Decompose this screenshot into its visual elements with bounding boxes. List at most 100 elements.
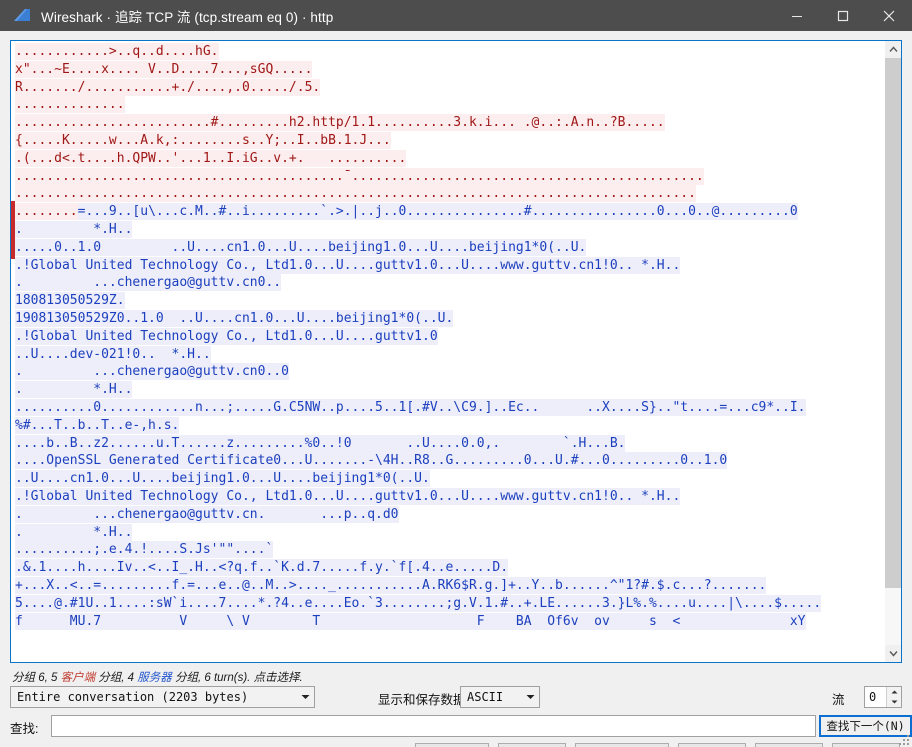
stream-line-text: ........................................… [15, 167, 704, 185]
stream-line: ....b..B..z2......u.T......z.........%0.… [11, 434, 884, 453]
stream-line: R......./...........+./....,.0...../.5. [11, 78, 884, 97]
stream-number-stepper[interactable]: 0 [864, 686, 902, 708]
stream-line: . *.H.. [11, 220, 884, 239]
status-mid1: 分组, 4 [95, 672, 138, 684]
stream-line-text: . *.H.. [15, 220, 133, 238]
minimize-icon[interactable] [774, 0, 820, 31]
stream-line: ............>..q..d....hG. [11, 43, 884, 61]
dialog-button-row: 滤掉此流 打印 Save as··· 返回 Close Help [0, 742, 912, 747]
status-mid2: 分组, 6 turn(s). 点击选择. [171, 672, 303, 684]
stream-line-text: ............>..q..d....hG. [15, 43, 219, 60]
resize-grip[interactable] [897, 733, 909, 745]
stream-line-text: f MU.7 V \ V T F BA Of6v ov s < xY [15, 612, 806, 630]
window-title: Wireshark · 追踪 TCP 流 (tcp.stream eq 0) ·… [41, 9, 334, 25]
stream-line-text: 180813050529Z. [15, 292, 125, 310]
window-controls [774, 0, 912, 31]
find-label: 查找: [10, 722, 39, 736]
find-row: 查找: 查找下一个(N) [10, 715, 912, 737]
help-button[interactable]: Help [832, 743, 900, 747]
stream-line-text: {.....K.....w...A.k,:........s..Y;..I..b… [15, 131, 391, 149]
stream-line: .........................#.........h2.ht… [11, 114, 884, 132]
save-as-button[interactable]: Save as··· [574, 743, 669, 747]
stepper-up-icon[interactable] [887, 687, 901, 697]
scrollbar-track[interactable] [885, 58, 901, 645]
chevron-down-icon [521, 694, 539, 700]
close-button[interactable]: Close [755, 743, 823, 747]
stream-line-text: .&.1....h....Iv..<..I_.H..<?q.f..`K.d.7.… [15, 559, 509, 577]
stream-line-text: .........................#.........h2.ht… [15, 114, 665, 132]
conversation-select[interactable]: Entire conversation (2203 bytes) [10, 686, 315, 708]
window-titlebar: Wireshark · 追踪 TCP 流 (tcp.stream eq 0) ·… [0, 0, 912, 31]
stream-line: f MU.7 V \ V T F BA Of6v ov s < xY [11, 612, 884, 631]
stream-line-text: .(...d<.t....h.QPW..'...1..I.iG..v.+. ..… [15, 149, 407, 167]
stream-text-area[interactable]: ............>..q..d....hG. x"...~E....x..… [11, 41, 884, 662]
scroll-up-icon[interactable] [885, 41, 901, 58]
stream-line: . *.H.. [11, 381, 884, 399]
stream-line: .............. [11, 96, 884, 114]
stream-line: {.....K.....w...A.k,:........s..Y;..I..b… [11, 131, 884, 150]
stream-line-text: .!Global United Technology Co., Ltd1.0..… [15, 256, 681, 274]
chevron-down-icon [296, 694, 314, 700]
stream-line-text: .............. [15, 96, 125, 114]
stream-line-text: ..........0............n...;.....G.C5NW.… [15, 398, 806, 416]
scroll-down-icon[interactable] [885, 645, 901, 662]
stream-line: %#...T..b..T..e-,h.s. [11, 416, 884, 435]
status-client-word: 客户端 [60, 672, 96, 684]
encoding-select-value: ASCII [467, 690, 504, 704]
follow-stream-dialog: ............>..q..d....hG. x"...~E....x..… [0, 31, 912, 747]
stream-line-text: x"...~E....x.... V..D....7...,sGQ..... [15, 60, 313, 78]
stream-number-value[interactable]: 0 [865, 687, 886, 707]
stream-line-text: +...X..<..=.........f.=...e..@..M..>....… [15, 576, 767, 594]
stream-line: . ...chenergao@guttv.cn0..0 [11, 363, 884, 381]
stream-line: ..........0............n...;.....G.C5NW.… [11, 398, 884, 417]
find-input[interactable] [51, 715, 816, 737]
stream-line-text: ....OpenSSL Generated Certificate0...U..… [15, 452, 728, 470]
stream-line: ..U....dev-021!0.. *.H.. [11, 345, 884, 364]
conversation-select-value: Entire conversation (2203 bytes) [17, 690, 249, 704]
stream-line-text: %#...T..b..T..e-,h.s. [15, 416, 180, 434]
stream-line: .(...d<.t....h.QPW..'...1..I.iG..v.+. ..… [11, 149, 884, 168]
stepper-down-icon[interactable] [887, 697, 901, 707]
close-icon[interactable] [866, 0, 912, 31]
stream-line: ..U....cn1.0...U....beijing1.0...U....be… [11, 470, 884, 488]
scrollbar-thumb[interactable] [885, 58, 901, 588]
maximize-icon[interactable] [820, 0, 866, 31]
filter-out-stream-button[interactable]: 滤掉此流 [414, 743, 489, 747]
stream-line: .!Global United Technology Co., Ltd1.0..… [11, 256, 884, 275]
stream-line: ....OpenSSL Generated Certificate0...U..… [11, 452, 884, 470]
stream-line: . ...chenergao@guttv.cn0.. [11, 274, 884, 292]
stream-line: 5....@.#1U..1....:sW`i....7....*.?4..e..… [11, 594, 884, 613]
stream-line: .!Global United Technology Co., Ltd1.0..… [11, 327, 884, 346]
stream-line-text: R......./...........+./....,.0...../.5. [15, 78, 321, 96]
encoding-select[interactable]: ASCII [460, 686, 540, 708]
stepper-buttons[interactable] [886, 687, 901, 707]
stream-line: ........................................… [11, 185, 884, 203]
stream-line-text: . *.H.. [15, 381, 133, 399]
print-button[interactable]: 打印 [497, 743, 566, 747]
stream-line: .!Global United Technology Co., Ltd1.0..… [11, 487, 884, 506]
stream-line-text: . ...chenergao@guttv.cn. ...p..q.d0 [15, 505, 399, 523]
stream-line-text: ..........;.e.4.!....S.Js'""....` [15, 541, 274, 559]
stream-line-text: 190813050529Z0..1.0 ..U....cn1.0...U....… [15, 309, 454, 327]
stream-line: +...X..<..=.........f.=...e..@..M..>....… [11, 576, 884, 595]
stream-line: .&.1....h....Iv..<..I_.H..<?q.f..`K.d.7.… [11, 559, 884, 577]
stream-line: 190813050529Z0..1.0 ..U....cn1.0...U....… [11, 309, 884, 328]
stream-line: 180813050529Z. [11, 292, 884, 310]
stream-line-text: ..U....cn1.0...U....beijing1.0...U....be… [15, 470, 430, 488]
stream-line: x"...~E....x.... V..D....7...,sGQ..... [11, 60, 884, 79]
stream-content-panel: ............>..q..d....hG. x"...~E....x..… [10, 40, 902, 663]
back-button[interactable]: 返回 [678, 743, 746, 747]
stream-line-text: . ...chenergao@guttv.cn0.. [15, 274, 282, 292]
stream-line: ..........;.e.4.!....S.Js'""....` [11, 541, 884, 559]
stream-line: . *.H.. [11, 523, 884, 542]
stream-line-text: .!Global United Technology Co., Ltd1.0..… [15, 487, 681, 505]
stream-line: ........=...9..[u\...c.M..#..i.........`… [11, 203, 884, 221]
stream-line-text: 5....@.#1U..1....:sW`i....7....*.?4..e..… [15, 594, 822, 612]
stream-line-text: ..U....dev-021!0.. *.H.. [15, 345, 211, 363]
vertical-scrollbar[interactable] [884, 41, 901, 662]
status-server-word: 服务器 [137, 672, 172, 684]
stream-line-text: ........................................… [15, 185, 696, 203]
stream-line-server-part: =...9..[u\...c.M..#..i.........`.>.|..j.… [77, 203, 798, 221]
stream-line-client-part: ........ [15, 203, 78, 221]
stream-line-text: ....b..B..z2......u.T......z.........%0.… [15, 434, 626, 452]
